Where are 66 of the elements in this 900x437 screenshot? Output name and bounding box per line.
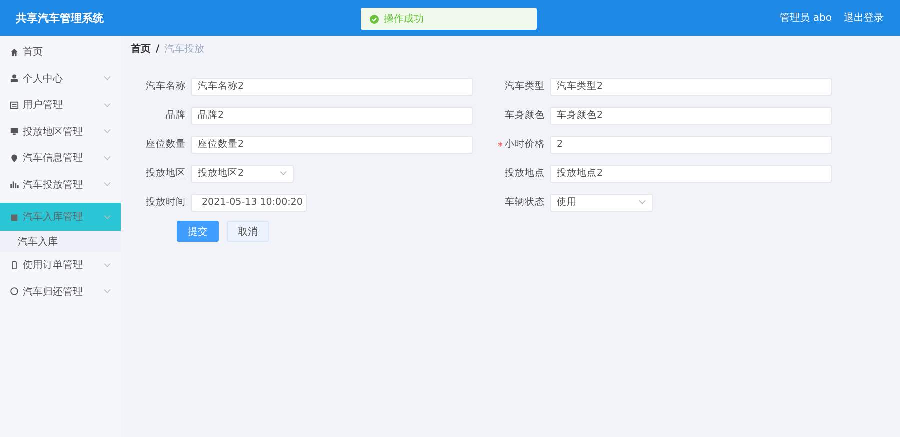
field-label: 投放地点	[505, 167, 545, 180]
menu-item[interactable]: 汽车归还管理	[0, 278, 121, 305]
menu-item[interactable]: 个人中心	[0, 66, 121, 92]
chevron-down-icon	[104, 182, 111, 188]
chevron-down-icon	[104, 289, 111, 294]
select-field[interactable]: 投放地区2	[191, 164, 294, 182]
menu-label: 使用订单管理	[23, 258, 84, 272]
square-icon	[10, 212, 19, 222]
menu-label: 汽车信息管理	[23, 152, 84, 166]
field-label: 小时价格	[505, 138, 545, 151]
chevron-down-icon	[104, 214, 111, 220]
date-field[interactable]: 2021-05-13 10:00:20	[191, 194, 307, 212]
menu-item[interactable]: 使用订单管理	[0, 252, 121, 278]
text-field[interactable]: 汽车名称2	[191, 78, 473, 96]
field-label: 品牌	[166, 109, 186, 122]
phone-icon	[10, 260, 19, 270]
chevron-down-icon	[104, 102, 111, 108]
submenu-item[interactable]: 汽车入库	[0, 231, 121, 252]
menu-label: 汽车投放管理	[23, 178, 84, 192]
menu-item[interactable]: 用户管理	[0, 92, 121, 118]
menu-item[interactable]: 首页	[0, 39, 121, 66]
house-icon	[10, 48, 19, 57]
field-label: 投放地区	[146, 167, 186, 180]
select-field[interactable]: 使用	[550, 194, 653, 212]
breadcrumb-separator: /	[156, 44, 160, 54]
monitor-icon	[10, 127, 19, 136]
field-label: 汽车类型	[505, 80, 545, 93]
bar-chart-icon	[10, 180, 19, 190]
menu-label: 个人中心	[23, 72, 64, 86]
chevron-down-icon	[104, 129, 111, 134]
text-field[interactable]: 2	[550, 136, 832, 154]
field-label: 车辆状态	[505, 196, 545, 209]
text-field[interactable]: 车身颜色2	[550, 106, 832, 124]
cancel-button[interactable]: 取消	[227, 221, 269, 242]
text-field[interactable]: 投放地点2	[550, 164, 832, 182]
menu-label: 投放地区管理	[23, 126, 84, 139]
field-label: 投放时间	[146, 196, 186, 209]
menu-item[interactable]: 汽车投放管理	[0, 172, 121, 198]
user-name: 管理员 abo	[780, 12, 832, 25]
field-label: 座位数量	[146, 138, 186, 151]
chevron-down-icon	[104, 76, 111, 82]
person-icon	[10, 74, 19, 84]
breadcrumb-item[interactable]: 首页	[131, 42, 151, 56]
required-asterisk-icon	[498, 142, 503, 147]
field-label: 汽车名称	[146, 80, 186, 93]
text-field[interactable]: 品牌2	[191, 106, 473, 124]
chevron-down-icon	[280, 171, 287, 176]
pin-icon	[10, 154, 19, 163]
list-icon	[10, 100, 19, 110]
menu-item[interactable]: 汽车信息管理	[0, 145, 121, 172]
menu-label: 汽车入库管理	[23, 210, 84, 224]
menu-label: 用户管理	[23, 98, 64, 112]
check-circle-icon	[370, 14, 379, 24]
chevron-down-icon	[104, 262, 111, 268]
chevron-down-icon	[639, 200, 646, 205]
app-title: 共享汽车管理系统	[16, 10, 104, 26]
menu-item[interactable]: 投放地区管理	[0, 118, 121, 145]
menu-label: 首页	[23, 46, 44, 60]
toast-message: 操作成功	[384, 12, 424, 26]
text-field[interactable]: 座位数量2	[191, 136, 473, 154]
chevron-down-icon	[104, 156, 111, 161]
logout-link[interactable]: 退出登录	[844, 11, 884, 25]
text-field[interactable]: 汽车类型2	[550, 78, 832, 96]
circle-icon	[10, 287, 19, 296]
menu-label: 汽车归还管理	[23, 286, 84, 299]
field-label: 车身颜色	[505, 109, 545, 122]
